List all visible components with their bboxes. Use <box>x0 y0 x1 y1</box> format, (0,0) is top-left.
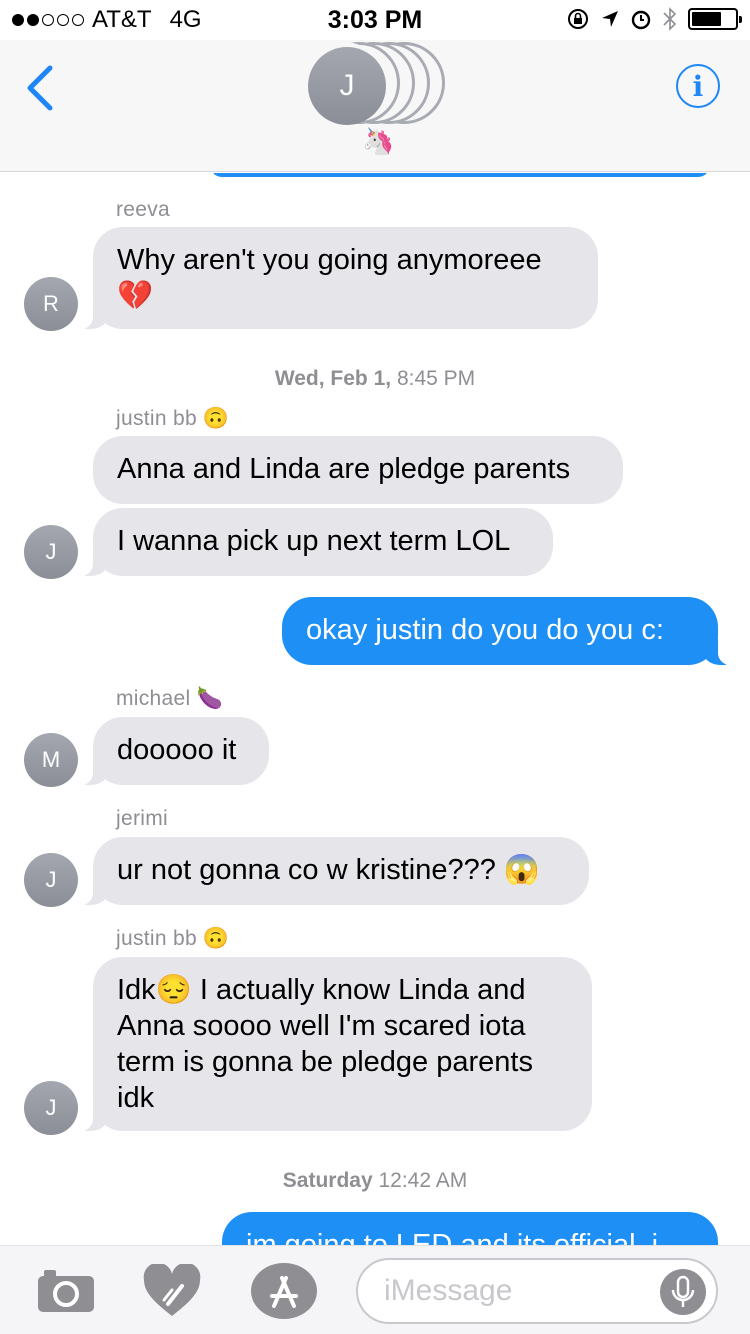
message-input-placeholder: iMessage <box>384 1274 513 1307</box>
sender-name: jerimi <box>116 807 168 830</box>
message-text-line: idk <box>117 1082 155 1114</box>
message-text-line: term is gonna be pledge parents <box>117 1046 533 1078</box>
location-arrow-icon <box>602 11 618 27</box>
avatar[interactable]: J <box>24 1081 78 1135</box>
sender-name: reeva <box>116 198 171 221</box>
avatar[interactable]: R <box>24 277 78 331</box>
message-bubble-outgoing[interactable]: im going to LED and its official. i <box>222 1212 718 1245</box>
group-emoji: 🦄 <box>362 126 395 156</box>
sender-emoji: 🙃 <box>202 927 230 950</box>
info-icon[interactable]: i <box>676 64 720 108</box>
message-bubble-incoming[interactable]: I wanna pick up next term LOL <box>77 508 553 576</box>
message-bubble-incoming[interactable]: dooooo it <box>77 717 269 785</box>
group-avatar-stack[interactable]: J <box>303 42 448 126</box>
sender-emoji: 🙃 <box>202 407 230 430</box>
message-list[interactable]: reeva Why aren't you going anymoreee 💔 R… <box>0 173 750 1245</box>
lock-rotation-icon <box>568 9 588 29</box>
camera-icon[interactable] <box>36 1266 96 1314</box>
message-text: ur not gonna co w kristine??? <box>117 854 496 886</box>
sender-name: justin bb 🙃 <box>116 927 230 950</box>
message-text: Why aren't you going anymoreee <box>117 244 542 276</box>
sender-emoji: 🍆 <box>196 687 223 710</box>
message-text-line: Anna soooo well I'm scared iota <box>117 1010 526 1042</box>
status-bar: AT&T 4G 3:03 PM <box>0 0 750 40</box>
avatar[interactable]: M <box>24 733 78 787</box>
microphone-button[interactable] <box>660 1269 706 1315</box>
message-text: okay justin do you do you c: <box>306 614 664 646</box>
message-text: I wanna pick up next term LOL <box>117 525 511 557</box>
app-store-icon[interactable] <box>250 1262 318 1320</box>
sender-name: michael 🍆 <box>116 687 223 710</box>
message-input[interactable]: iMessage <box>356 1258 718 1324</box>
timestamp: Wed, Feb 1, 8:45 PM <box>274 367 476 390</box>
conversation-header: J 🦄 i <box>0 40 750 172</box>
battery-icon <box>688 8 742 30</box>
alarm-icon <box>631 10 651 30</box>
message-bubble-incoming[interactable]: Anna and Linda are pledge parents <box>93 436 623 504</box>
message-emoji: 😱 <box>503 854 541 886</box>
group-avatar-initial: J <box>308 47 386 125</box>
digital-touch-heart-icon[interactable] <box>142 1264 202 1318</box>
message-emoji: 💔 <box>117 280 154 312</box>
message-bubble-incoming[interactable]: Idk😔 I actually know Linda and Anna sooo… <box>77 957 592 1131</box>
message-bubble-outgoing[interactable]: okay justin do you do you c: <box>282 597 734 665</box>
timestamp: Saturday 12:42 AM <box>282 1169 468 1192</box>
message-text: im going to LED and its official. i <box>246 1229 659 1245</box>
message-text: dooooo it <box>117 734 237 766</box>
microphone-icon <box>671 1275 695 1307</box>
message-text: Anna and Linda are pledge parents <box>117 453 571 485</box>
message-text-line: Idk😔 I actually know Linda and <box>117 974 526 1006</box>
sender-name: justin bb 🙃 <box>116 407 230 430</box>
avatar[interactable]: J <box>24 525 78 579</box>
message-bubble-outgoing-partial <box>210 173 710 177</box>
status-right <box>566 6 742 32</box>
back-chevron-icon <box>27 65 53 111</box>
back-button[interactable] <box>22 64 62 112</box>
bluetooth-icon <box>663 7 677 31</box>
avatar[interactable]: J <box>24 853 78 907</box>
compose-bar: iMessage <box>0 1245 750 1334</box>
message-bubble-incoming[interactable]: ur not gonna co w kristine??? 😱 <box>77 837 589 905</box>
message-bubble-incoming[interactable]: Why aren't you going anymoreee 💔 <box>77 227 598 329</box>
